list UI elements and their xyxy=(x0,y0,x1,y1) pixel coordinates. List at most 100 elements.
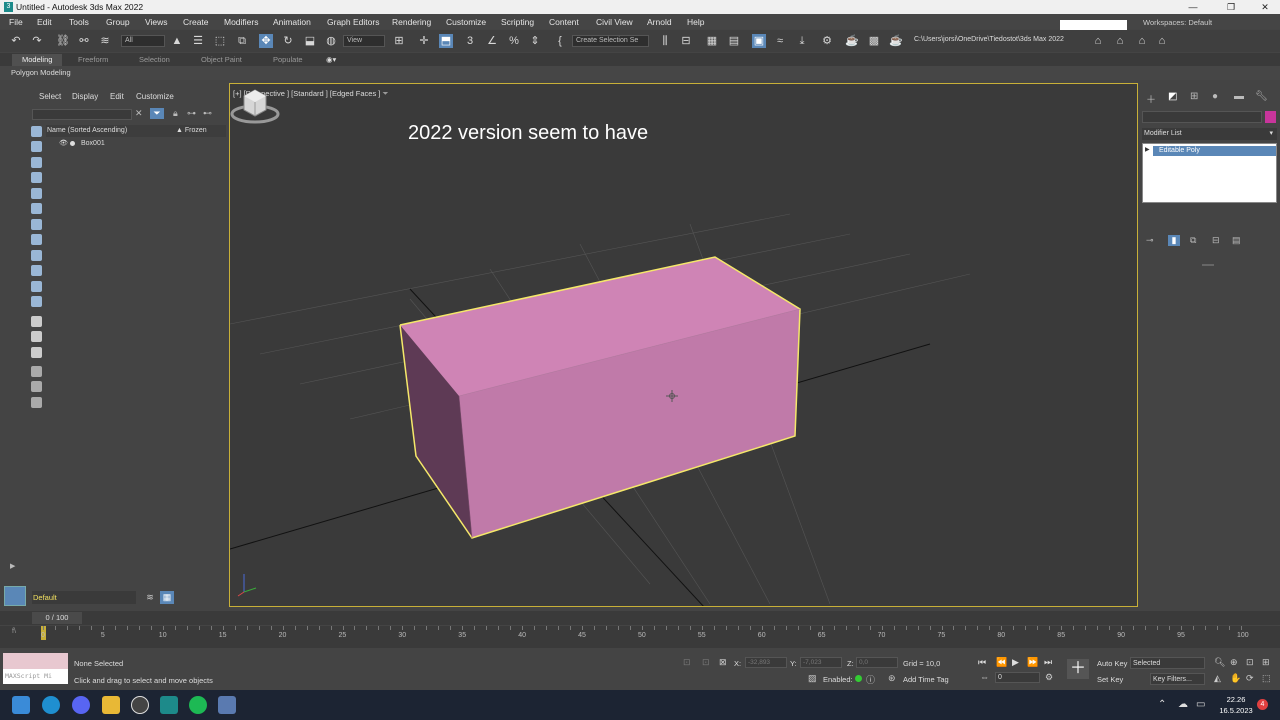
modify-tab-icon[interactable]: ◩ xyxy=(1168,91,1177,102)
edge-browser-icon[interactable] xyxy=(42,696,60,714)
zoom-all-icon[interactable]: ⊕ xyxy=(1230,657,1238,668)
notification-badge[interactable]: 4 xyxy=(1257,699,1268,710)
unlink-icon[interactable]: ⚯ xyxy=(77,34,91,48)
menu-views[interactable]: Views xyxy=(145,17,168,27)
current-frame-field[interactable]: 0 xyxy=(995,672,1040,683)
set-key-button[interactable]: Set Key xyxy=(1097,675,1123,684)
zoom-extents-icon[interactable]: ⊡ xyxy=(1246,657,1254,668)
window-crossing-icon[interactable]: ⧉ xyxy=(235,34,249,48)
scale-icon[interactable]: ⬓ xyxy=(303,34,317,48)
field-of-view-icon[interactable]: ◭ xyxy=(1214,673,1221,684)
hierarchy-tab-icon[interactable]: ⊞ xyxy=(1190,91,1198,102)
file-explorer-icon[interactable] xyxy=(102,696,120,714)
reference-coord-dropdown[interactable]: View xyxy=(343,35,385,47)
menu-modifiers[interactable]: Modifiers xyxy=(224,17,258,27)
camera-filter-icon[interactable] xyxy=(31,397,42,408)
rect-selection-icon[interactable]: ⬚ xyxy=(213,34,227,48)
snaps-toggle-icon[interactable]: 3 xyxy=(463,34,477,48)
tab-populate[interactable]: Populate xyxy=(273,55,303,64)
spotify-icon[interactable] xyxy=(189,696,207,714)
display-hidden-icon[interactable] xyxy=(31,296,42,307)
project-path[interactable]: C:\Users\jorsi\OneDrive\Tiedostot\3ds Ma… xyxy=(914,36,1064,43)
display-helpers-icon[interactable] xyxy=(31,188,42,199)
cloud-icon[interactable]: ☁ xyxy=(1178,699,1188,710)
mirror-icon[interactable]: ⫼ xyxy=(658,34,672,48)
menu-graph-editors[interactable]: Graph Editors xyxy=(327,17,379,27)
viewport-filter-icon[interactable]: ⏷ xyxy=(382,89,388,98)
network-icon[interactable]: ▭ xyxy=(1196,699,1205,710)
align-icon[interactable]: ⊟ xyxy=(679,34,693,48)
tab-modeling[interactable]: Modeling xyxy=(12,54,63,66)
key-filters-button[interactable]: Key Filters... xyxy=(1150,673,1205,685)
explorer-search-input[interactable] xyxy=(32,109,132,120)
display-invert-icon[interactable] xyxy=(31,347,42,358)
named-selection-dropdown[interactable]: Create Selection Se xyxy=(572,35,649,47)
make-unique-icon[interactable]: ⧉ xyxy=(1190,235,1196,246)
select-object-icon[interactable]: ▲ xyxy=(170,34,184,48)
go-to-start-icon[interactable]: ⏮ xyxy=(978,657,986,668)
maxscript-input[interactable]: MAXScript Mi xyxy=(3,669,68,684)
sort-icon[interactable] xyxy=(31,366,42,377)
auto-key-button[interactable]: Auto Key xyxy=(1097,659,1127,668)
absolute-mode-icon[interactable]: ⊠ xyxy=(719,657,727,668)
mini-curve-editor-icon[interactable]: f\ xyxy=(12,628,16,635)
select-manipulate-icon[interactable]: ✛ xyxy=(417,34,431,48)
undo-icon[interactable]: ↶ xyxy=(9,34,23,48)
hierarchy-icon[interactable]: ⊶ xyxy=(187,108,196,119)
rendered-frame-icon[interactable]: ▩ xyxy=(867,34,881,48)
viewcube-icon[interactable] xyxy=(230,84,280,126)
display-tab-icon[interactable]: ▬ xyxy=(1234,91,1244,102)
polygon-modeling-bar[interactable]: Polygon Modeling xyxy=(0,66,1280,80)
modifier-stack[interactable]: ▶ Editable Poly xyxy=(1142,143,1277,203)
menu-help[interactable]: Help xyxy=(687,17,704,27)
placement-icon[interactable]: ◍ xyxy=(324,34,338,48)
rotate-icon[interactable]: ↻ xyxy=(281,34,295,48)
explorer-menu-edit[interactable]: Edit xyxy=(110,92,124,101)
frozen-column-header[interactable]: ▲ Frozen xyxy=(176,125,207,137)
redo-icon[interactable]: ↷ xyxy=(30,34,44,48)
menu-rendering[interactable]: Rendering xyxy=(392,17,431,27)
minimize-icon[interactable]: — xyxy=(1180,1,1206,13)
maxscript-listener[interactable]: MAXScript Mi xyxy=(3,653,68,684)
menu-customize[interactable]: Customize xyxy=(446,17,486,27)
percent-snap-icon[interactable]: % xyxy=(507,34,521,48)
render-production-icon[interactable]: ☕ xyxy=(889,34,903,48)
isolate-selection-icon[interactable]: ⊡ xyxy=(683,657,691,668)
create-tab-icon[interactable]: ＋ xyxy=(1146,91,1156,106)
show-hidden-icons-icon[interactable]: ⌃ xyxy=(1158,699,1166,710)
explorer-menu-select[interactable]: Select xyxy=(39,92,61,101)
time-configuration-icon[interactable]: ⚙ xyxy=(1045,672,1053,683)
zoom-icon[interactable]: 🔍︎ xyxy=(1214,657,1225,668)
curve-editor-icon[interactable]: ≈ xyxy=(773,34,787,48)
zoom-extents-all-icon[interactable]: ⊞ xyxy=(1262,657,1270,668)
pan-icon[interactable]: ✋ xyxy=(1230,673,1241,684)
render-setup-icon[interactable]: ☕ xyxy=(845,34,859,48)
tab-selection[interactable]: Selection xyxy=(139,55,170,64)
material-editor-icon[interactable]: ⚙ xyxy=(820,34,834,48)
display-cameras-icon[interactable] xyxy=(31,172,42,183)
layer-stack-icon[interactable]: ≋ xyxy=(143,591,157,604)
bind-spacewarp-icon[interactable]: ≋ xyxy=(98,34,112,48)
pin-stack-icon[interactable]: ⊸ xyxy=(1146,235,1154,246)
pivot-icon[interactable]: ⊞ xyxy=(392,34,406,48)
steam-icon[interactable] xyxy=(131,696,149,714)
ribbon-options-icon[interactable]: ◉▾ xyxy=(326,55,336,64)
schematic-view-icon[interactable]: ⤓ xyxy=(795,34,809,48)
display-xrefs-icon[interactable] xyxy=(31,234,42,245)
box001-mesh[interactable] xyxy=(399,256,801,539)
explorer-menu-customize[interactable]: Customize xyxy=(136,92,174,101)
render-dot-icon[interactable] xyxy=(70,141,75,146)
display-none-icon[interactable] xyxy=(31,331,42,342)
menu-tools[interactable]: Tools xyxy=(69,17,89,27)
info-icon[interactable]: ⓘ xyxy=(866,673,875,686)
expand-arrow-icon[interactable]: ▶ xyxy=(10,562,15,570)
explorer-menu-display[interactable]: Display xyxy=(72,92,98,101)
asset-tracking-icon[interactable]: ⌂ xyxy=(1155,34,1169,48)
maximize-viewport-icon[interactable]: ⬚ xyxy=(1262,673,1271,684)
configure-sets-icon[interactable]: ▤ xyxy=(1232,235,1241,246)
z-coord-field[interactable]: 0,0 xyxy=(856,657,898,668)
orbit-icon[interactable]: ⟳ xyxy=(1246,673,1254,684)
maximize-icon[interactable]: ❐ xyxy=(1218,1,1244,13)
next-frame-icon[interactable]: ⏩ xyxy=(1027,657,1038,668)
menu-group[interactable]: Group xyxy=(106,17,130,27)
